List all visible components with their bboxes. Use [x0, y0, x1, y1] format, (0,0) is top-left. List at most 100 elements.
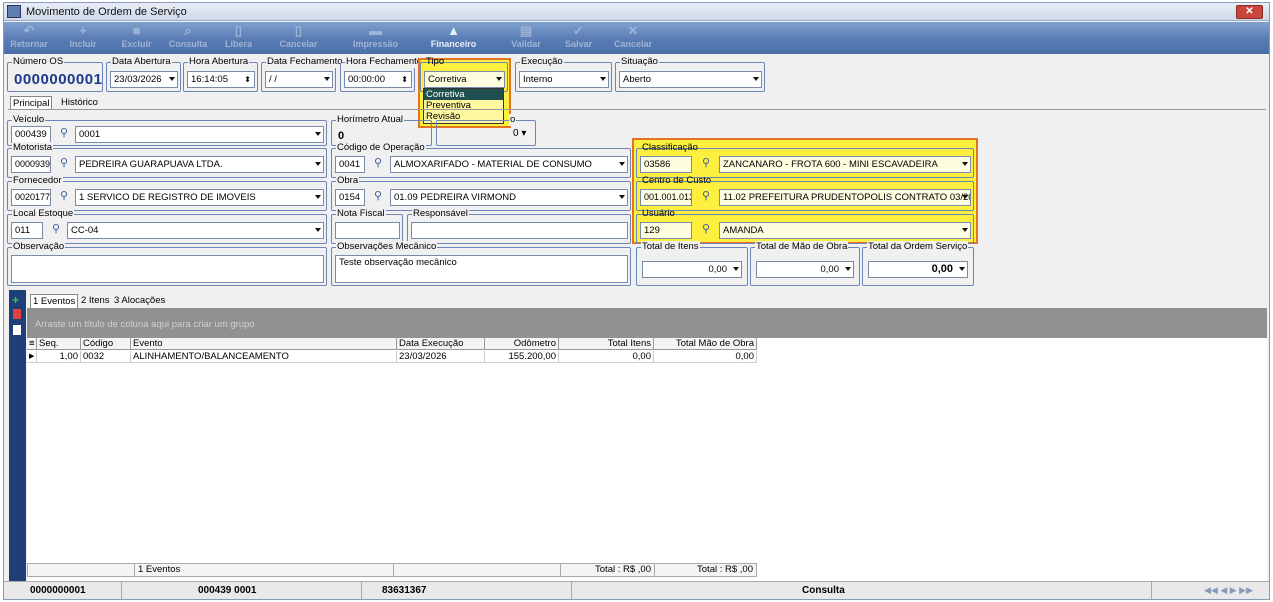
toolbar-label: Financeiro: [430, 39, 477, 49]
table-cell[interactable]: 0,00: [559, 351, 654, 363]
column-header[interactable]: Evento: [131, 338, 397, 350]
observacao-group: Observação: [7, 241, 327, 286]
consulta-button[interactable]: ⌕ Consulta: [162, 22, 214, 54]
data-fechamento-label: Data Fechamento: [266, 56, 344, 68]
total-itens-value: 0,00: [708, 264, 728, 275]
data-abertura-field[interactable]: 23/03/2026: [110, 71, 178, 88]
subtab-eventos[interactable]: 1 Eventos: [30, 294, 79, 309]
table-cell[interactable]: ALINHAMENTO/BALANCEAMENTO: [131, 351, 397, 363]
observacao-field[interactable]: [11, 255, 324, 283]
column-header[interactable]: Total Itens: [559, 338, 654, 350]
classificacao-select[interactable]: ZANCANARO - FROTA 600 - MINI ESCAVADEIRA: [719, 156, 971, 173]
financeiro-button[interactable]: ▲ Financeiro: [416, 22, 491, 54]
retornar-button[interactable]: ↶ Retornar: [4, 22, 54, 54]
libera-button[interactable]: ▯ Libera: [216, 22, 261, 54]
hora-fechamento-field[interactable]: 00:00:00 ⬍: [344, 71, 412, 88]
hora-abertura-group: Hora Abertura 16:14:05 ⬍: [183, 56, 258, 92]
cancelar-2-button[interactable]: ✕ Cancelar: [608, 22, 658, 54]
table-cell[interactable]: 1,00: [37, 351, 81, 363]
veiculo-select[interactable]: 0001: [75, 126, 324, 143]
search-icon[interactable]: ⚲: [55, 189, 73, 206]
table-cell[interactable]: 23/03/2026: [397, 351, 485, 363]
column-header[interactable]: Odômetro: [485, 338, 559, 350]
group-panel[interactable]: Arraste um título de coluna aqui para cr…: [27, 308, 1267, 338]
total-mao-obra-field[interactable]: 0,00: [756, 261, 854, 278]
usuario-code-field[interactable]: 129: [640, 222, 692, 239]
fornecedor-label: Fornecedor: [12, 175, 63, 187]
search-icon[interactable]: ⚲: [697, 222, 715, 239]
record-navigator[interactable]: ◀◀ ◀ ▶ ▶▶: [1200, 582, 1266, 599]
tipo-select[interactable]: Corretiva: [424, 71, 505, 88]
obra-code-field[interactable]: 0154: [335, 189, 365, 206]
situacao-select[interactable]: Aberto: [619, 71, 762, 88]
obra-group: Obra 0154 ⚲ 01.09 PEDREIRA VIRMOND: [331, 175, 631, 211]
toolbar-label: Validar: [511, 39, 541, 49]
tab-principal[interactable]: Principal: [10, 96, 53, 110]
search-icon[interactable]: ⚲: [55, 156, 73, 173]
search-icon[interactable]: ⚲: [697, 189, 715, 206]
incluir-button[interactable]: + Incluir: [59, 22, 107, 54]
classificacao-code-field[interactable]: 03586: [640, 156, 692, 173]
usuario-select[interactable]: AMANDA: [719, 222, 971, 239]
fornecedor-code-field[interactable]: 0020177: [11, 189, 51, 206]
column-header[interactable]: Total Mão de Obra: [654, 338, 757, 350]
salvar-button[interactable]: ✓ Salvar: [556, 22, 601, 54]
motorista-code-field[interactable]: 0000939: [11, 156, 51, 173]
excluir-button[interactable]: ■ Excluir: [114, 22, 159, 54]
codigo-operacao-select[interactable]: ALMOXARIFADO - MATERIAL DE CONSUMO: [390, 156, 628, 173]
search-icon[interactable]: ⚲: [697, 156, 715, 173]
chevron-down-icon: [845, 267, 851, 271]
column-header[interactable]: Seq.: [37, 338, 81, 350]
data-fechamento-field[interactable]: / /: [265, 71, 333, 88]
obs-mecanico-field[interactable]: Teste observação mecânico: [335, 255, 628, 283]
table-cell[interactable]: 0,00: [654, 351, 757, 363]
veiculo-code-field[interactable]: 000439: [11, 126, 51, 143]
data-abertura-label: Data Abertura: [111, 56, 172, 68]
centro-custo-select[interactable]: 11.02 PREFEITURA PRUDENTOPOLIS CONTRATO …: [719, 189, 971, 206]
obra-select[interactable]: 01.09 PEDREIRA VIRMOND: [390, 189, 628, 206]
retornar-icon: ↶: [23, 23, 35, 38]
search-icon[interactable]: ⚲: [369, 189, 387, 206]
document-icon[interactable]: [13, 325, 21, 335]
situacao-value: Aberto: [623, 74, 651, 85]
total-os-field[interactable]: 0,00: [868, 261, 968, 278]
column-header[interactable]: Data Execução: [397, 338, 485, 350]
motorista-value: PEDREIRA GUARAPUAVA LTDA.: [79, 159, 223, 170]
tab-historico[interactable]: Histórico: [59, 96, 100, 109]
cancelar-button[interactable]: ▯ Cancelar: [266, 22, 331, 54]
subtab-alocacoes[interactable]: 3 Alocações: [112, 294, 167, 307]
search-icon[interactable]: ⚲: [55, 126, 73, 143]
responsavel-field[interactable]: [411, 222, 628, 239]
nota-fiscal-field[interactable]: [335, 222, 400, 239]
codigo-operacao-code-field[interactable]: 0041: [335, 156, 365, 173]
column-chooser-icon[interactable]: ≡: [27, 338, 37, 350]
financeiro-icon: ▲: [447, 23, 460, 38]
search-icon[interactable]: ⚲: [369, 156, 387, 173]
validar-icon: ▤: [519, 23, 533, 38]
column-header[interactable]: Código: [81, 338, 131, 350]
table-cell[interactable]: 0032: [81, 351, 131, 363]
impressao-button[interactable]: ▬ Impressão: [338, 22, 413, 54]
table-cell[interactable]: 155.200,00: [485, 351, 559, 363]
motorista-select[interactable]: PEDREIRA GUARAPUAVA LTDA.: [75, 156, 324, 173]
total-os-label: Total da Ordem Serviço: [867, 241, 969, 253]
table-row[interactable]: ▶ 1,00 0032 ALINHAMENTO/BALANCEAMENTO 23/03/…: [27, 351, 757, 363]
total-os-value: 0,00: [931, 263, 953, 275]
fornecedor-select[interactable]: 1 SERVICO DE REGISTRO DE IMOVEIS: [75, 189, 324, 206]
local-estoque-select[interactable]: CC-04: [67, 222, 324, 239]
toolbar-label: Consulta: [168, 39, 208, 49]
close-button[interactable]: ✕: [1236, 5, 1263, 19]
search-icon[interactable]: ⚲: [47, 222, 65, 239]
local-estoque-code-field[interactable]: 011: [11, 222, 43, 239]
total-itens-field[interactable]: 0,00: [642, 261, 742, 278]
centro-custo-code-field[interactable]: 001.001.013: [640, 189, 692, 206]
subtab-itens[interactable]: 2 Itens: [79, 294, 112, 307]
delete-icon[interactable]: [13, 309, 21, 319]
tipo-option[interactable]: Corretiva: [424, 89, 503, 100]
hora-abertura-field[interactable]: 16:14:05 ⬍: [187, 71, 255, 88]
hodometro-value: 0 ▾: [513, 128, 527, 139]
grid-side-toolbar: +: [9, 290, 26, 581]
execucao-select[interactable]: Interno: [519, 71, 609, 88]
validar-button[interactable]: ▤ Validar: [501, 22, 551, 54]
add-icon[interactable]: +: [12, 293, 19, 307]
